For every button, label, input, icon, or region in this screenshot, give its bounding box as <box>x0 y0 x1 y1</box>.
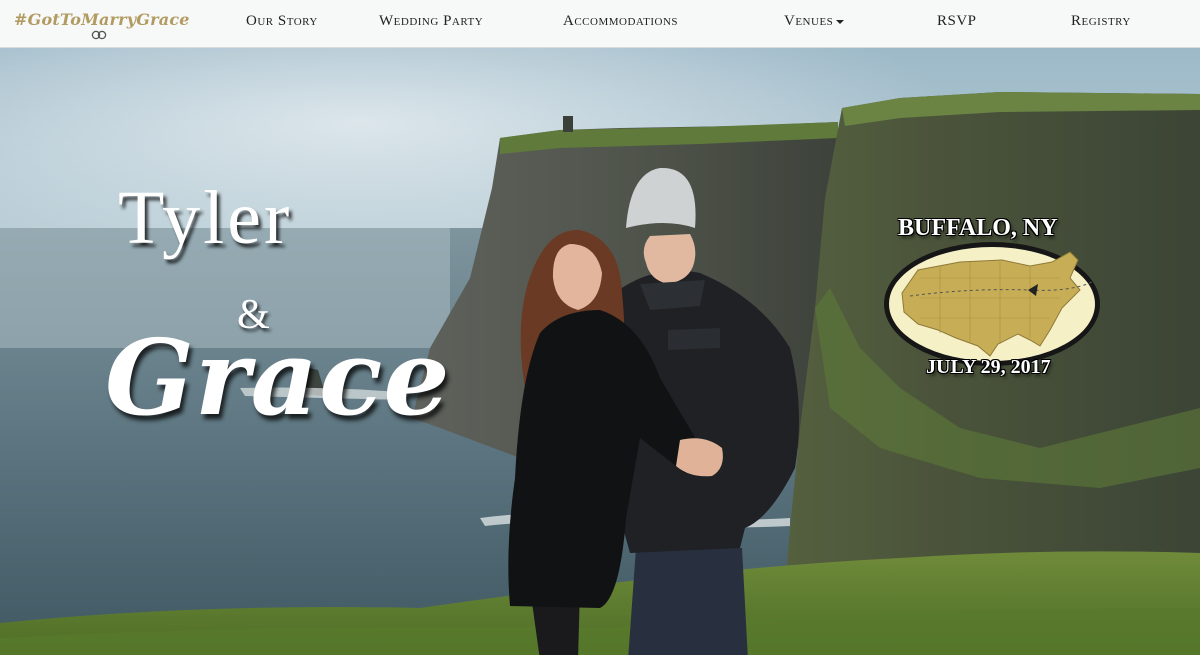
nav-venues-dropdown[interactable]: Venues <box>784 13 845 30</box>
hero-section: Tyler & Grace BUFFALO, NY JULY 29, 2017 <box>0 48 1200 655</box>
usa-map-badge <box>884 242 1100 366</box>
wedding-date-text: JULY 29, 2017 <box>926 356 1051 378</box>
wedding-rings-icon <box>91 30 107 40</box>
nav-rsvp[interactable]: RSVP <box>937 13 977 30</box>
top-navbar: #GotToMarryGrace Our Story Wedding Party… <box>0 0 1200 48</box>
nav-our-story[interactable]: Our Story <box>246 13 318 30</box>
brand-logo[interactable]: #GotToMarryGrace <box>14 10 190 29</box>
nav-wedding-party[interactable]: Wedding Party <box>379 13 483 30</box>
nav-registry[interactable]: Registry <box>1071 13 1131 30</box>
hero-name-second: Grace <box>105 316 451 439</box>
hero-name-first: Tyler <box>118 176 293 260</box>
nav-venues-label: Venues <box>784 13 834 29</box>
brand-hashtag: #GotToMarryGrace <box>14 10 190 29</box>
nav-accommodations[interactable]: Accommodations <box>563 13 678 30</box>
caret-down-icon <box>836 19 845 24</box>
